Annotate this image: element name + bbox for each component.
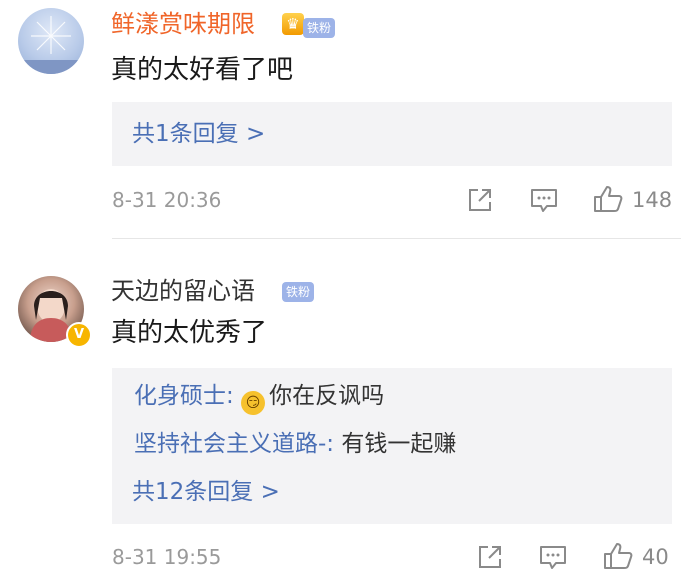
username[interactable]: 鲜漾赏味期限 [111, 10, 255, 38]
comment-divider [112, 238, 681, 239]
more-replies-link[interactable]: 共1条回复 > [132, 120, 265, 148]
more-replies-link[interactable]: 共12条回复 > [132, 478, 280, 506]
comment-icon[interactable] [538, 543, 568, 571]
reply-text: 你在反讽吗 [269, 383, 385, 409]
like-icon[interactable] [602, 541, 634, 571]
reply-item[interactable]: 坚持社会主义道路-: 有钱一起赚 [134, 430, 456, 458]
like-count: 148 [632, 188, 673, 212]
reply-preview-box[interactable]: 共1条回复 > [112, 102, 672, 166]
fan-badge[interactable]: 铁粉 [282, 282, 315, 302]
fan-badge[interactable]: 铁粉 [303, 18, 336, 38]
reply-author[interactable]: 坚持社会主义道路-: [134, 431, 334, 457]
smirk-emoji-icon: 😏 [241, 391, 266, 415]
reply-preview-box[interactable]: 化身硕士: 😏 你在反讽吗 坚持社会主义道路-: 有钱一起赚 共12条回复 > [112, 368, 672, 524]
comment-icon[interactable] [529, 186, 559, 214]
fireworks-avatar-image [18, 16, 84, 74]
timestamp: 8-31 19:55 [112, 545, 222, 569]
timestamp: 8-31 20:36 [112, 188, 222, 212]
avatar[interactable] [18, 8, 84, 74]
username[interactable]: 天边的留心语 [111, 277, 255, 305]
like-count: 40 [642, 545, 669, 569]
share-icon[interactable] [466, 186, 494, 214]
comment-text: 真的太优秀了 [111, 318, 268, 348]
crown-icon: ♛ [282, 13, 304, 35]
reply-text: 有钱一起赚 [341, 431, 457, 457]
share-icon[interactable] [476, 543, 504, 571]
like-icon[interactable] [592, 184, 624, 214]
verified-icon: V [66, 322, 92, 348]
reply-author[interactable]: 化身硕士: [134, 383, 234, 409]
comment-text: 真的太好看了吧 [111, 55, 294, 85]
reply-item[interactable]: 化身硕士: 😏 你在反讽吗 [134, 382, 384, 415]
